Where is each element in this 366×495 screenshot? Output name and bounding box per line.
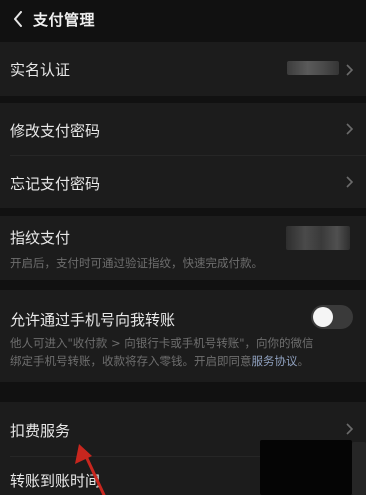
annotation-arrow-icon	[75, 444, 106, 495]
